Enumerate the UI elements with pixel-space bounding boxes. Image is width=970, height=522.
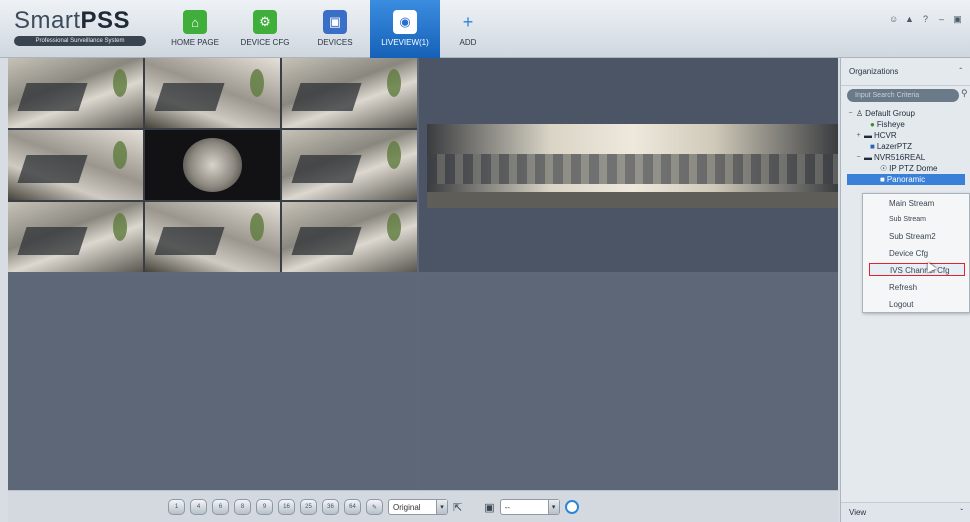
collapse-toggle-icon[interactable]: − (855, 152, 862, 163)
video-pane-panoramic[interactable] (419, 58, 838, 272)
tab-home-page[interactable]: ⌂ HOME PAGE (160, 0, 230, 58)
layout-button-9[interactable]: 9 (256, 499, 273, 515)
group-icon: ♙ (856, 109, 864, 118)
menu-item-ivs-channel-cfg[interactable]: IVS Channel Cfg (869, 263, 965, 276)
dvr-icon: ▬ (864, 131, 872, 140)
logo-subtitle: Professional Surveillance System (14, 36, 146, 46)
layout-button-1[interactable]: 1 (168, 499, 185, 515)
bottom-toolbar: 1 4 6 8 9 16 25 36 64 ✎ Original ▾ ⇱ ▣ --… (8, 490, 838, 522)
devices-icon: ▣ (323, 10, 347, 34)
tree-node-default-group[interactable]: − ♙ Default Group (847, 108, 965, 119)
video-cell[interactable] (282, 58, 417, 128)
camera-icon: ■ (870, 142, 875, 151)
save-view-icon[interactable]: ▣ (484, 501, 494, 514)
minimize-icon[interactable]: – (937, 14, 946, 25)
video-cell-fisheye[interactable] (145, 130, 280, 200)
menu-item-main-stream[interactable]: Main Stream (869, 197, 965, 210)
layout-button-8[interactable]: 8 (234, 499, 251, 515)
nvr-icon: ▬ (864, 153, 872, 162)
settings-icon[interactable] (564, 500, 579, 514)
tab-liveview[interactable]: ◉ LIVEVIEW(1) (370, 0, 440, 58)
tree-node-nvr516real[interactable]: − ▬ NVR516REAL (847, 152, 965, 163)
video-cell[interactable] (282, 130, 417, 200)
layout-buttons: 1 4 6 8 9 16 25 36 64 ✎ Original ▾ ⇱ ▣ --… (168, 499, 579, 515)
chevron-down-icon: ▾ (436, 500, 447, 514)
top-bar: SmartPSS Professional Surveillance Syste… (0, 0, 970, 58)
video-pane-empty[interactable] (8, 274, 417, 490)
layout-button-4[interactable]: 4 (190, 499, 207, 515)
layout-button-64[interactable]: 64 (344, 499, 361, 515)
chevron-down-icon: ▾ (547, 500, 559, 514)
main-nav: ⌂ HOME PAGE ⚙ DEVICE CFG ▣ DEVICES ◉ LIV… (160, 0, 496, 58)
collapse-toggle-icon[interactable]: − (847, 108, 854, 119)
panoramic-video (427, 124, 838, 208)
tab-add[interactable]: + ADD (440, 0, 496, 58)
stream-select[interactable]: -- ▾ (499, 499, 560, 515)
video-wall (8, 58, 838, 490)
chevron-down-icon: ˇ (960, 508, 963, 517)
video-pane-fisheye-dewarp[interactable] (8, 58, 417, 272)
user-icon[interactable]: ☺ (889, 14, 898, 25)
tree-node-hcvr[interactable]: + ▬ HCVR (847, 130, 965, 141)
view-panel-header[interactable]: View ˇ (841, 502, 970, 522)
video-cell[interactable] (8, 58, 143, 128)
app-logo: SmartPSS Professional Surveillance Syste… (14, 8, 146, 46)
device-tree: − ♙ Default Group ● Fisheye + ▬ HCVR ■ L… (847, 108, 965, 185)
add-icon: + (462, 11, 474, 32)
menu-item-refresh[interactable]: Refresh (869, 281, 965, 294)
home-icon: ⌂ (183, 10, 207, 34)
organizations-header: Organizations ˆ (841, 58, 970, 86)
video-cell[interactable] (282, 202, 417, 272)
tree-node-lazerptz[interactable]: ■ LazerPTZ (847, 141, 965, 152)
restore-icon[interactable]: ▣ (953, 14, 962, 25)
liveview-icon: ◉ (393, 10, 417, 34)
menu-item-sub-stream2[interactable]: Sub Stream2 (869, 230, 965, 243)
video-cell[interactable] (145, 202, 280, 272)
collapse-icon[interactable]: ˆ (959, 67, 962, 76)
window-controls: ☺ ▲ ? – ▣ (889, 14, 962, 25)
video-pane-empty[interactable] (419, 274, 838, 490)
help-icon[interactable]: ? (921, 14, 930, 25)
camera-icon: ■ (880, 175, 885, 184)
menu-item-sub-stream[interactable]: Sub Stream (869, 213, 965, 226)
tree-node-fisheye[interactable]: ● Fisheye (847, 119, 965, 130)
tab-devices[interactable]: ▣ DEVICES (300, 0, 370, 58)
context-menu: Main Stream Sub Stream Sub Stream2 Devic… (862, 193, 970, 313)
device-config-icon: ⚙ (253, 10, 277, 34)
video-cell[interactable] (8, 202, 143, 272)
layout-button-16[interactable]: 16 (278, 499, 295, 515)
expand-toggle-icon[interactable]: + (855, 130, 862, 141)
tab-device-cfg[interactable]: ⚙ DEVICE CFG (230, 0, 300, 58)
fullscreen-icon[interactable]: ⇱ (453, 501, 462, 514)
video-cell[interactable] (8, 130, 143, 200)
custom-layout-icon[interactable]: ✎ (366, 499, 383, 515)
layout-button-36[interactable]: 36 (322, 499, 339, 515)
layout-button-6[interactable]: 6 (212, 499, 229, 515)
search-input[interactable]: Input Search Criteria (847, 89, 959, 102)
tree-node-ip-ptz-dome[interactable]: ☉ IP PTZ Dome (847, 163, 965, 174)
tree-node-panoramic[interactable]: ■ Panoramic (847, 174, 965, 185)
menu-item-device-cfg[interactable]: Device Cfg (869, 247, 965, 260)
logo-text: SmartPSS (14, 7, 131, 34)
video-cell[interactable] (145, 58, 280, 128)
menu-item-logout[interactable]: Logout (869, 298, 965, 311)
lock-icon[interactable]: ▲ (905, 14, 914, 25)
ratio-select[interactable]: Original ▾ (388, 499, 448, 515)
layout-button-25[interactable]: 25 (300, 499, 317, 515)
ptz-icon: ☉ (880, 164, 888, 173)
search-icon[interactable]: ⚲ (961, 88, 968, 99)
camera-icon: ● (870, 120, 875, 129)
